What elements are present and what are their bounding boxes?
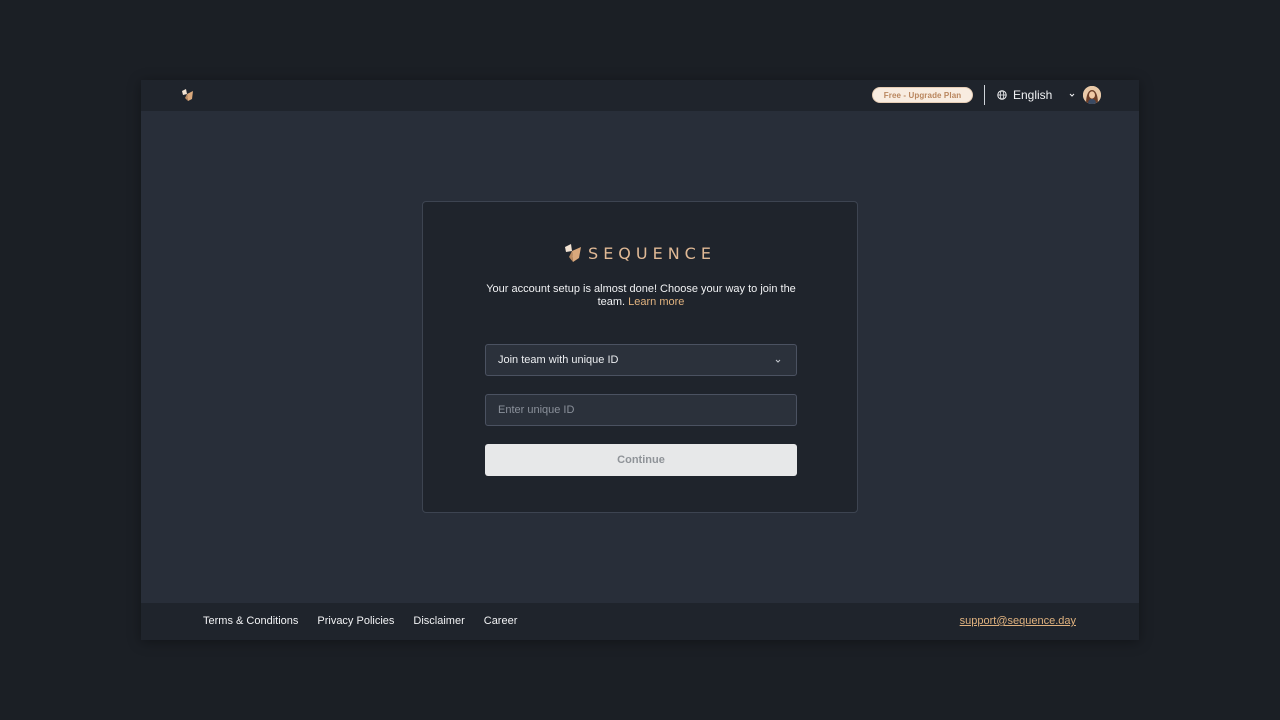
unique-id-input[interactable] [485, 394, 797, 426]
user-avatar[interactable] [1083, 86, 1101, 104]
chevron-down-icon [775, 359, 781, 363]
support-email-link[interactable]: support@sequence.day [960, 615, 1076, 627]
globe-icon [997, 90, 1007, 100]
brand-wordmark: SEQUENCE [588, 243, 716, 263]
footer-links: Terms & Conditions Privacy Policies Disc… [203, 615, 517, 627]
join-team-card: SEQUENCE Your account setup is almost do… [422, 201, 858, 513]
language-label: English [1013, 88, 1053, 102]
top-bar: Free - Upgrade Plan English [141, 80, 1139, 111]
footer-link-terms[interactable]: Terms & Conditions [203, 615, 298, 627]
app-window: Free - Upgrade Plan English SEQUENCE You… [141, 80, 1139, 640]
language-selector[interactable]: English [997, 87, 1076, 103]
chevron-down-icon [1070, 93, 1075, 97]
brand-logo: SEQUENCE [423, 243, 857, 263]
learn-more-link[interactable]: Learn more [628, 296, 684, 308]
footer-link-privacy[interactable]: Privacy Policies [317, 615, 394, 627]
footer-link-disclaimer[interactable]: Disclaimer [413, 615, 464, 627]
sequence-logo-icon[interactable] [181, 88, 195, 102]
header-divider [984, 85, 985, 105]
setup-subtitle: Your account setup is almost done! Choos… [483, 283, 799, 309]
join-method-select[interactable]: Join team with unique ID [485, 344, 797, 376]
continue-button[interactable]: Continue [485, 444, 797, 476]
footer-link-career[interactable]: Career [484, 615, 518, 627]
sequence-logo-icon [565, 244, 582, 262]
upgrade-plan-badge[interactable]: Free - Upgrade Plan [872, 87, 973, 103]
join-method-value: Join team with unique ID [498, 354, 619, 366]
footer: Terms & Conditions Privacy Policies Disc… [141, 603, 1139, 640]
avatar-image [1083, 86, 1101, 104]
